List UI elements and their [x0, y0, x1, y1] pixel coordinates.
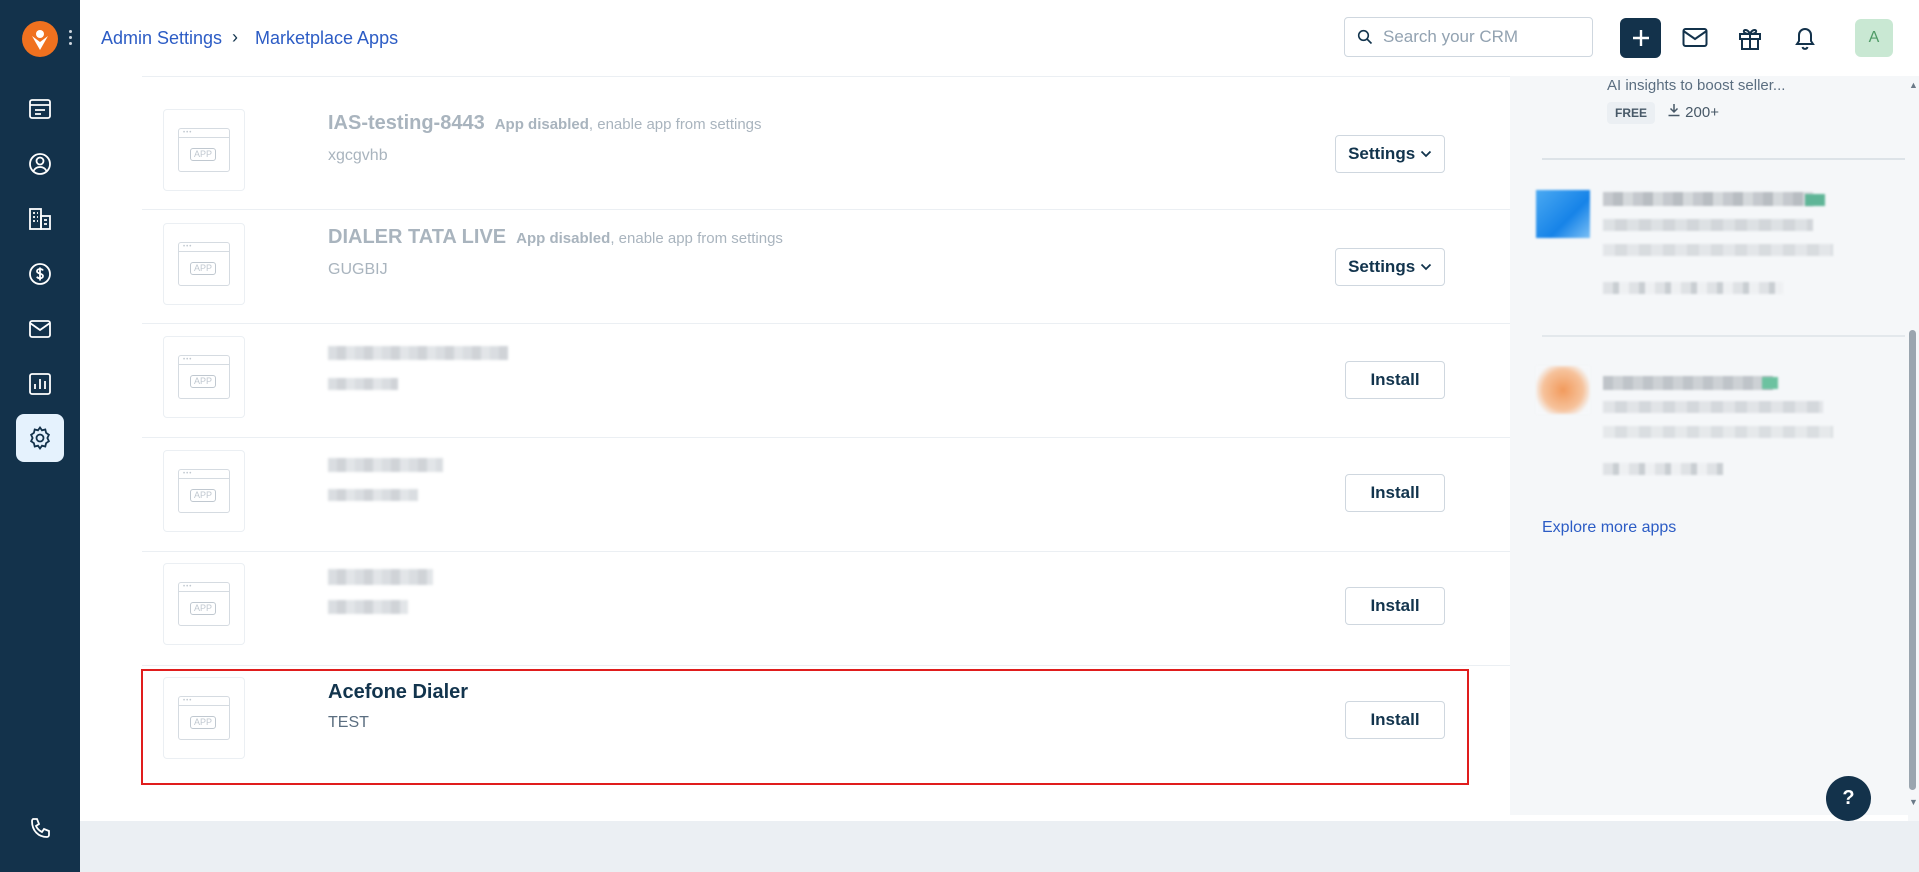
chevron-down-icon	[1420, 150, 1432, 158]
sidebar-item-phone[interactable]	[16, 805, 64, 853]
redacted-app-desc	[1603, 426, 1833, 438]
sidebar-item-mail[interactable]	[16, 305, 64, 353]
download-icon	[1668, 104, 1680, 117]
sidebar-item-deals-dollar[interactable]	[16, 250, 64, 298]
page-footer	[80, 821, 1919, 872]
app-description: GUGBIJ	[328, 261, 388, 278]
redacted-app-badge	[1805, 194, 1825, 206]
redacted-app-title	[328, 458, 443, 472]
highlight-box	[141, 669, 1469, 785]
sidebar-item-contacts[interactable]	[16, 140, 64, 188]
recommended-apps-panel: AI insights to boost seller... FREE 200+…	[1510, 76, 1910, 815]
redacted-app-name	[1603, 192, 1813, 206]
notifications-button[interactable]	[1789, 22, 1821, 54]
app-placeholder-icon: ••• APP	[163, 223, 245, 305]
phone-icon	[31, 818, 50, 838]
accounts-icon	[29, 208, 51, 230]
sidebar-item-accounts[interactable]	[16, 195, 64, 243]
mail-icon	[29, 320, 51, 338]
app-logo[interactable]	[22, 21, 58, 57]
sidebar-item-deals[interactable]	[16, 85, 64, 133]
settings-icon	[29, 425, 51, 451]
divider	[1542, 335, 1905, 337]
app-title: IAS-testing-8443 App disabled, enable app…	[328, 112, 762, 134]
list-item-clipped	[142, 76, 1510, 77]
app-disabled-hint: , enable app from settings	[610, 230, 783, 247]
scroll-down-arrow-icon[interactable]: ▼	[1908, 797, 1919, 807]
redacted-app-logo	[1536, 190, 1590, 238]
help-button[interactable]: ?	[1826, 776, 1871, 821]
install-button[interactable]: Install	[1345, 474, 1445, 512]
plus-icon	[1632, 30, 1649, 46]
app-title: DIALER TATA LIVE App disabled, enable app…	[328, 226, 783, 248]
app-snippet: AI insights to boost seller...	[1607, 77, 1786, 94]
quick-add-button[interactable]	[1620, 18, 1661, 58]
app-placeholder-icon: ••• APP	[163, 450, 245, 532]
app-description: xgcgvhb	[328, 147, 388, 164]
redacted-app-title	[328, 346, 508, 360]
sidebar	[0, 0, 80, 872]
redacted-app-description	[328, 600, 408, 614]
breadcrumb-admin-settings[interactable]: Admin Settings	[101, 28, 222, 49]
deals-icon	[29, 99, 51, 119]
chevron-down-icon	[1420, 263, 1432, 271]
app-disabled-label: App disabled	[494, 116, 589, 133]
sidebar-item-settings[interactable]	[16, 414, 64, 462]
app-placeholder-icon: ••• APP	[163, 563, 245, 645]
search-icon	[1357, 29, 1373, 45]
gift-icon	[1739, 28, 1761, 50]
dollar-icon	[29, 263, 51, 285]
app-placeholder-icon: ••• APP	[163, 109, 245, 191]
more-options-icon[interactable]	[69, 30, 73, 50]
redacted-app-meta	[1603, 282, 1783, 294]
scroll-up-arrow-icon[interactable]: ▲	[1908, 80, 1919, 90]
redacted-app-description	[328, 489, 418, 501]
settings-button-label: Settings	[1348, 257, 1416, 276]
sidebar-item-reports[interactable]	[16, 360, 64, 408]
redacted-app-name	[1603, 376, 1773, 390]
scrollbar-thumb[interactable]	[1909, 330, 1916, 790]
settings-dropdown-button[interactable]: Settings	[1335, 248, 1445, 286]
app-placeholder-icon: ••• APP	[163, 336, 245, 418]
explore-more-apps-link[interactable]: Explore more apps	[1542, 519, 1676, 537]
search-input[interactable]	[1381, 26, 1585, 48]
redacted-app-title	[328, 569, 433, 585]
redacted-app-desc	[1603, 401, 1823, 413]
install-button[interactable]: Install	[1345, 587, 1445, 625]
app-disabled-label: App disabled	[516, 230, 611, 247]
user-avatar[interactable]: A	[1855, 19, 1893, 57]
divider	[1542, 158, 1905, 160]
mail-button[interactable]	[1679, 22, 1711, 54]
reports-icon	[29, 373, 51, 395]
redacted-app-meta	[1603, 463, 1723, 475]
contacts-icon	[29, 153, 51, 175]
bell-icon	[1795, 28, 1815, 50]
mail-icon	[1682, 28, 1708, 47]
settings-dropdown-button[interactable]: Settings	[1335, 135, 1445, 173]
redacted-app-desc	[1603, 219, 1813, 231]
install-button[interactable]: Install	[1345, 361, 1445, 399]
download-count: 200+	[1667, 103, 1719, 121]
breadcrumb-chevron-icon: ›	[232, 27, 238, 47]
price-badge: FREE	[1607, 102, 1656, 124]
search-box[interactable]	[1344, 17, 1593, 57]
redacted-app-description	[328, 378, 398, 390]
settings-button-label: Settings	[1348, 144, 1416, 163]
redacted-app-badge	[1762, 377, 1778, 389]
redacted-app-desc	[1603, 244, 1833, 256]
breadcrumb-marketplace-apps[interactable]: Marketplace Apps	[255, 28, 398, 49]
gift-button[interactable]	[1734, 22, 1766, 54]
redacted-app-logo	[1536, 366, 1590, 414]
app-disabled-hint: , enable app from settings	[588, 116, 762, 133]
